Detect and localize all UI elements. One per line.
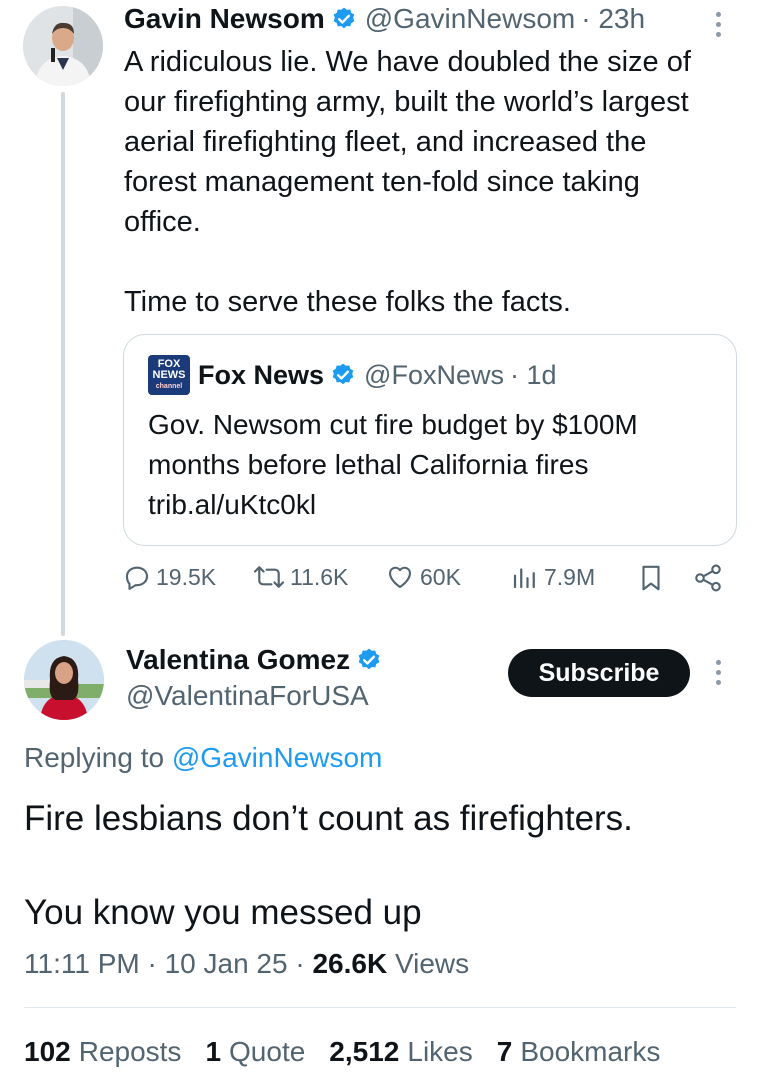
quoted-author-name: Fox News [198, 359, 325, 390]
views-button[interactable]: 7.9M [510, 562, 595, 592]
bookmark-button[interactable] [636, 562, 670, 594]
quoted-tweet-header: FOX NEWS channel Fox News @FoxNews · 1d [148, 355, 557, 395]
share-button[interactable] [692, 562, 728, 594]
quoted-author-handle: @FoxNews [364, 359, 504, 390]
author-handle[interactable]: @ValentinaForUSA [126, 680, 369, 712]
analytics-icon [513, 568, 535, 589]
divider [24, 1007, 736, 1008]
tweet-actions-bar: 19.5K 11.6K 60K 7.9M [120, 562, 730, 602]
stat-label: Likes [407, 1036, 473, 1067]
like-button[interactable]: 60K [384, 562, 461, 592]
reply-text: Fire lesbians don’t count as firefighter… [24, 799, 633, 932]
engagement-stats: 102 Reposts 1 Quote 2,512 Likes 7 Bookmarks [24, 1036, 660, 1068]
tweet-timestamp[interactable]: 11:11 PM · 10 Jan 25 · [24, 948, 305, 979]
verified-badge-icon [358, 648, 380, 670]
views-total: 26.6K [312, 948, 388, 979]
verified-badge-icon [332, 363, 354, 385]
fox-logo-sub: channel [155, 382, 183, 390]
subscribe-button[interactable]: Subscribe [508, 649, 690, 697]
reply-icon [125, 566, 149, 590]
tweet-header: Gavin Newsom @GavinNewsom · 23h [124, 3, 645, 35]
stat-likes[interactable]: 2,512 Likes [329, 1036, 472, 1068]
avatar[interactable] [24, 640, 104, 720]
fox-logo-text: FOX [157, 357, 181, 370]
stat-bookmarks[interactable]: 7 Bookmarks [497, 1036, 661, 1068]
tweet-text: A ridiculous lie. We have doubled the si… [124, 46, 691, 318]
quoted-tweet-time: · 1d [509, 359, 557, 390]
stat-count: 7 [496, 1036, 513, 1067]
stat-label: Quote [229, 1036, 306, 1067]
more-options-icon[interactable] [716, 12, 721, 37]
replying-to: Replying to @GavinNewsom [24, 742, 382, 774]
stat-quotes[interactable]: 1 Quote [205, 1036, 305, 1068]
quoted-tweet-text: Gov. Newsom cut fire budget by $100M mon… [148, 409, 638, 520]
stat-label: Reposts [78, 1036, 182, 1067]
reply-count: 19.5K [156, 563, 217, 590]
replying-to-handle-link[interactable]: @GavinNewsom [172, 742, 382, 773]
person-photo-icon [23, 6, 103, 86]
heart-icon [388, 566, 412, 589]
quoted-tweet-card[interactable]: FOX NEWS channel Fox News @FoxNews · 1d … [123, 334, 737, 546]
thread-connector-line [61, 92, 65, 636]
like-count: 60K [420, 563, 461, 590]
stat-reposts[interactable]: 102 Reposts [24, 1036, 181, 1068]
replying-prefix: Replying to [24, 742, 165, 773]
stat-count: 102 [24, 1036, 71, 1067]
fox-logo-text2: NEWS [152, 368, 186, 381]
repost-count: 11.6K [290, 563, 349, 590]
views-label: Views [394, 948, 470, 979]
avatar[interactable] [23, 6, 103, 86]
more-options-icon[interactable] [716, 660, 721, 685]
stat-count: 1 [205, 1036, 222, 1067]
fox-news-logo: FOX NEWS channel [148, 355, 190, 395]
bookmark-icon [642, 565, 660, 591]
tweet-meta: 11:11 PM · 10 Jan 25 · 26.6K Views [24, 948, 469, 980]
author-name[interactable]: Gavin Newsom [124, 3, 325, 35]
repost-button[interactable]: 11.6K [252, 562, 348, 592]
author-handle[interactable]: @GavinNewsom [365, 3, 575, 35]
verified-badge-icon [333, 7, 355, 29]
author-name[interactable]: Valentina Gomez [126, 644, 350, 676]
views-count: 7.9M [544, 563, 596, 590]
tweet-time[interactable]: · 23h [581, 3, 645, 35]
stat-label: Bookmarks [520, 1036, 661, 1067]
share-icon [695, 564, 721, 592]
reply-button[interactable]: 19.5K [122, 562, 216, 592]
stat-count: 2,512 [329, 1036, 400, 1067]
person-photo-icon [24, 640, 104, 720]
repost-icon [253, 566, 285, 588]
reply-header: Valentina Gomez [126, 644, 390, 676]
